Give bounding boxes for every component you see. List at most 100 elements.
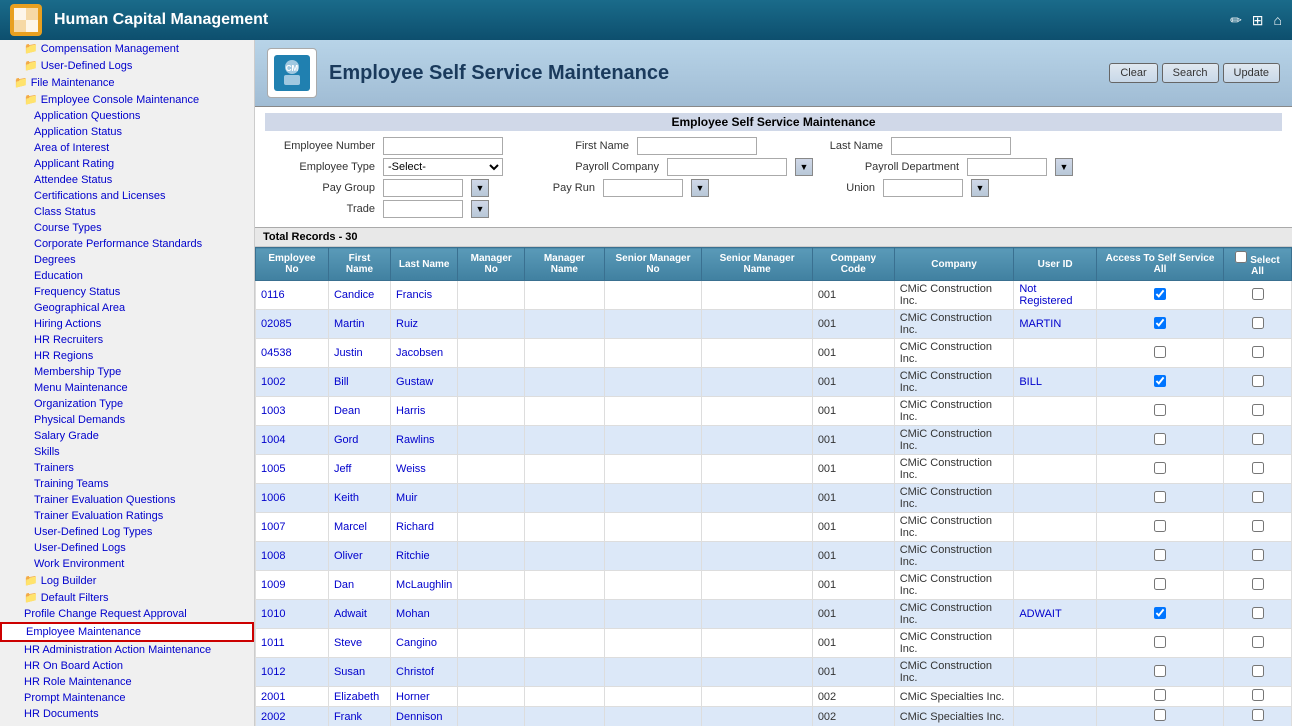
row-checkbox[interactable] [1154, 346, 1166, 358]
employee-type-select[interactable]: -Select- [383, 158, 503, 176]
table-cell[interactable] [1096, 484, 1223, 513]
row-checkbox[interactable] [1252, 346, 1264, 358]
sidebar-item-geographical-area[interactable]: Geographical Area [0, 300, 254, 316]
row-checkbox[interactable] [1252, 578, 1264, 590]
table-cell[interactable]: 1006 [256, 484, 329, 513]
table-cell[interactable]: Elizabeth [328, 687, 390, 707]
table-cell[interactable]: 1004 [256, 426, 329, 455]
sidebar-item-area-of-interest[interactable]: Area of Interest [0, 140, 254, 156]
table-cell[interactable]: Jacobsen [391, 339, 458, 368]
pay-group-scroll[interactable]: ▼ [471, 179, 489, 197]
pay-run-scroll[interactable]: ▼ [691, 179, 709, 197]
sidebar-item-salary-grade[interactable]: Salary Grade [0, 428, 254, 444]
table-cell[interactable] [1096, 629, 1223, 658]
table-cell[interactable] [1096, 600, 1223, 629]
sidebar-item-application-questions[interactable]: Application Questions [0, 108, 254, 124]
table-cell[interactable]: Frank [328, 707, 390, 726]
table-cell[interactable] [1224, 687, 1292, 707]
table-row[interactable]: 1004GordRawlins001CMiC Construction Inc. [256, 426, 1292, 455]
sidebar-item-membership-type[interactable]: Membership Type [0, 364, 254, 380]
table-cell[interactable]: 1011 [256, 629, 329, 658]
table-cell[interactable]: Justin [328, 339, 390, 368]
pay-run-input[interactable] [603, 179, 683, 197]
table-cell[interactable]: 1009 [256, 571, 329, 600]
table-cell[interactable]: 1002 [256, 368, 329, 397]
table-cell[interactable]: 0116 [256, 281, 329, 310]
sidebar-item-attendee-status[interactable]: Attendee Status [0, 172, 254, 188]
table-cell[interactable]: 1005 [256, 455, 329, 484]
table-cell[interactable]: Bill [328, 368, 390, 397]
table-cell[interactable]: 1007 [256, 513, 329, 542]
table-cell[interactable] [1014, 542, 1097, 571]
first-name-input[interactable] [637, 137, 757, 155]
table-cell[interactable]: Dan [328, 571, 390, 600]
table-row[interactable]: 1003DeanHarris001CMiC Construction Inc. [256, 397, 1292, 426]
row-checkbox[interactable] [1154, 709, 1166, 721]
row-checkbox[interactable] [1252, 607, 1264, 619]
table-cell[interactable] [1014, 629, 1097, 658]
table-cell[interactable]: ADWAIT [1014, 600, 1097, 629]
table-cell[interactable]: Gustaw [391, 368, 458, 397]
table-row[interactable]: 1012SusanChristof001CMiC Construction In… [256, 658, 1292, 687]
table-row[interactable]: 2001ElizabethHorner002CMiC Specialties I… [256, 687, 1292, 707]
table-cell[interactable]: Candice [328, 281, 390, 310]
table-cell[interactable] [1224, 339, 1292, 368]
sidebar-item-trainer-eval-ratings[interactable]: Trainer Evaluation Ratings [0, 508, 254, 524]
sidebar-item-trainer-eval-questions[interactable]: Trainer Evaluation Questions [0, 492, 254, 508]
sidebar-item-class-status[interactable]: Class Status [0, 204, 254, 220]
employee-number-input[interactable] [383, 137, 503, 155]
pay-group-input[interactable] [383, 179, 463, 197]
row-checkbox[interactable] [1154, 578, 1166, 590]
table-cell[interactable] [1224, 484, 1292, 513]
row-checkbox[interactable] [1252, 375, 1264, 387]
table-cell[interactable]: Harris [391, 397, 458, 426]
row-checkbox[interactable] [1154, 462, 1166, 474]
table-row[interactable]: 04538JustinJacobsen001CMiC Construction … [256, 339, 1292, 368]
row-checkbox[interactable] [1252, 462, 1264, 474]
row-checkbox[interactable] [1154, 433, 1166, 445]
table-cell[interactable] [1014, 426, 1097, 455]
table-cell[interactable]: Francis [391, 281, 458, 310]
table-row[interactable]: 1005JeffWeiss001CMiC Construction Inc. [256, 455, 1292, 484]
table-cell[interactable]: 1008 [256, 542, 329, 571]
table-cell[interactable]: Christof [391, 658, 458, 687]
table-cell[interactable]: 04538 [256, 339, 329, 368]
row-checkbox[interactable] [1154, 549, 1166, 561]
row-checkbox[interactable] [1154, 317, 1166, 329]
table-cell[interactable] [1014, 339, 1097, 368]
sidebar-item-cert-licenses[interactable]: Certifications and Licenses [0, 188, 254, 204]
table-cell[interactable]: Not Registered [1014, 281, 1097, 310]
sidebar-item-work-environment[interactable]: Work Environment [0, 556, 254, 572]
union-scroll[interactable]: ▼ [971, 179, 989, 197]
sidebar-item-trainers[interactable]: Trainers [0, 460, 254, 476]
row-checkbox[interactable] [1154, 288, 1166, 300]
payroll-company-input[interactable] [667, 158, 787, 176]
update-button[interactable]: Update [1223, 63, 1280, 83]
sidebar-item-skills[interactable]: Skills [0, 444, 254, 460]
sidebar-item-employee-maintenance[interactable]: Employee Maintenance [0, 622, 254, 642]
table-cell[interactable] [1224, 281, 1292, 310]
row-checkbox[interactable] [1154, 689, 1166, 701]
sidebar-item-training-teams[interactable]: Training Teams [0, 476, 254, 492]
table-cell[interactable]: Dennison [391, 707, 458, 726]
row-checkbox[interactable] [1252, 317, 1264, 329]
table-cell[interactable] [1014, 687, 1097, 707]
sidebar-item-application-status[interactable]: Application Status [0, 124, 254, 140]
table-cell[interactable]: MARTIN [1014, 310, 1097, 339]
table-cell[interactable]: Ritchie [391, 542, 458, 571]
table-cell[interactable]: Richard [391, 513, 458, 542]
payroll-dept-scroll[interactable]: ▼ [1055, 158, 1073, 176]
sidebar-item-menu-maintenance[interactable]: Menu Maintenance [0, 380, 254, 396]
table-cell[interactable]: 2002 [256, 707, 329, 726]
export-icon[interactable]: ⊞ [1252, 12, 1264, 29]
table-cell[interactable] [1014, 707, 1097, 726]
sidebar-item-organization-type[interactable]: Organization Type [0, 396, 254, 412]
row-checkbox[interactable] [1154, 491, 1166, 503]
table-cell[interactable]: Cangino [391, 629, 458, 658]
table-cell[interactable]: Gord [328, 426, 390, 455]
row-checkbox[interactable] [1154, 375, 1166, 387]
table-row[interactable]: 1010AdwaitMohan001CMiC Construction Inc.… [256, 600, 1292, 629]
sidebar-item-user-defined-logs2[interactable]: User-Defined Logs [0, 540, 254, 556]
row-checkbox[interactable] [1154, 636, 1166, 648]
sidebar-item-corp-perf-standards[interactable]: Corporate Performance Standards [0, 236, 254, 252]
